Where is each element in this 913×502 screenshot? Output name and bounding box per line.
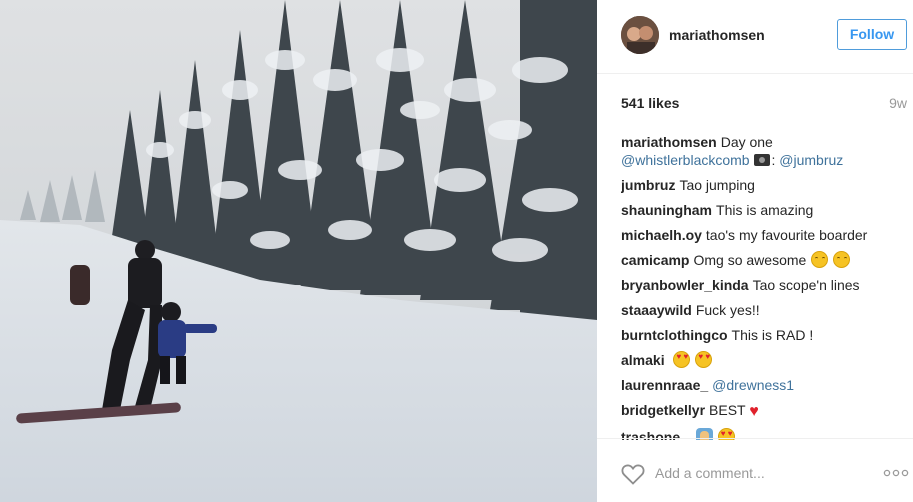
comment-username[interactable]: burntclothingco <box>621 327 728 343</box>
comment-separator: : <box>771 152 776 168</box>
comment-text: Tao scope'n lines <box>752 277 860 293</box>
red-heart-emoji-icon: ♥ <box>749 403 759 420</box>
comment-item: bryanbowler_kinda Tao scope'n lines <box>621 276 911 294</box>
comment-username[interactable]: staaaywild <box>621 302 692 318</box>
comment-text: tao's my favourite boarder <box>705 227 868 243</box>
comments-list[interactable]: mariathomsen Day one @whistlerblackcomb :… <box>621 133 911 440</box>
likes-count[interactable]: 541 likes <box>621 95 679 111</box>
add-comment-input[interactable] <box>655 462 855 484</box>
comment-item: jumbruz Tao jumping <box>621 176 911 194</box>
comment-text: Fuck yes!! <box>695 302 760 318</box>
post-time[interactable]: 9w <box>889 95 907 111</box>
more-options-icon[interactable] <box>883 469 909 477</box>
post-header: mariathomsen Follow <box>597 0 913 74</box>
comment-username[interactable]: jumbruz <box>621 177 675 193</box>
heart-outline-icon[interactable] <box>621 463 645 485</box>
snowboard-scene-image <box>0 0 597 502</box>
heart-eyes-emoji-icon <box>695 351 713 368</box>
post-username[interactable]: mariathomsen <box>669 27 765 43</box>
add-comment-bar <box>597 438 913 502</box>
mention-link[interactable]: @jumbruz <box>779 152 843 168</box>
comment-item: almaki <box>621 351 911 369</box>
comment-text: BEST <box>709 402 746 418</box>
smiling-face-emoji-icon <box>811 251 829 268</box>
follow-button[interactable]: Follow <box>837 19 907 50</box>
comment-text: Omg so awesome <box>693 252 807 268</box>
comment-item: shauningham This is amazing <box>621 201 911 219</box>
comment-username[interactable]: shauningham <box>621 202 712 218</box>
comment-text: This is RAD ! <box>731 327 814 343</box>
comment-username[interactable]: almaki <box>621 352 665 368</box>
comment-username[interactable]: mariathomsen <box>621 134 717 150</box>
comment-username[interactable]: camicamp <box>621 252 689 268</box>
comment-item: laurennraae_ @drewness1 <box>621 376 911 394</box>
comment-username[interactable]: bryanbowler_kinda <box>621 277 749 293</box>
comment-item: michaelh.oy tao's my favourite boarder <box>621 226 911 244</box>
comment-item: bridgetkellyr BEST ♥ <box>621 401 911 421</box>
comment-text: Day one <box>720 134 773 150</box>
comment-username[interactable]: laurennraae_ <box>621 377 708 393</box>
smiling-face-emoji-icon <box>833 251 851 268</box>
post-details-panel: mariathomsen Follow 541 likes 9w mariath… <box>597 0 913 502</box>
comment-text: This is amazing <box>716 202 814 218</box>
heart-eyes-emoji-icon <box>673 351 691 368</box>
comment-item: burntclothingco This is RAD ! <box>621 326 911 344</box>
comment-item: camicamp Omg so awesome <box>621 251 911 269</box>
mention-link[interactable]: @whistlerblackcomb <box>621 152 750 168</box>
likes-row: 541 likes 9w <box>621 95 907 113</box>
caption: mariathomsen Day one @whistlerblackcomb :… <box>621 133 911 169</box>
avatar-image <box>621 16 659 54</box>
comment-text: Tao jumping <box>679 177 755 193</box>
comment-username[interactable]: bridgetkellyr <box>621 402 705 418</box>
camera-emoji-icon <box>754 154 771 166</box>
avatar[interactable] <box>621 16 659 54</box>
comment-username[interactable]: michaelh.oy <box>621 227 702 243</box>
comment-item: staaaywild Fuck yes!! <box>621 301 911 319</box>
post-photo[interactable] <box>0 0 597 502</box>
mention-link[interactable]: @drewness1 <box>712 377 794 393</box>
